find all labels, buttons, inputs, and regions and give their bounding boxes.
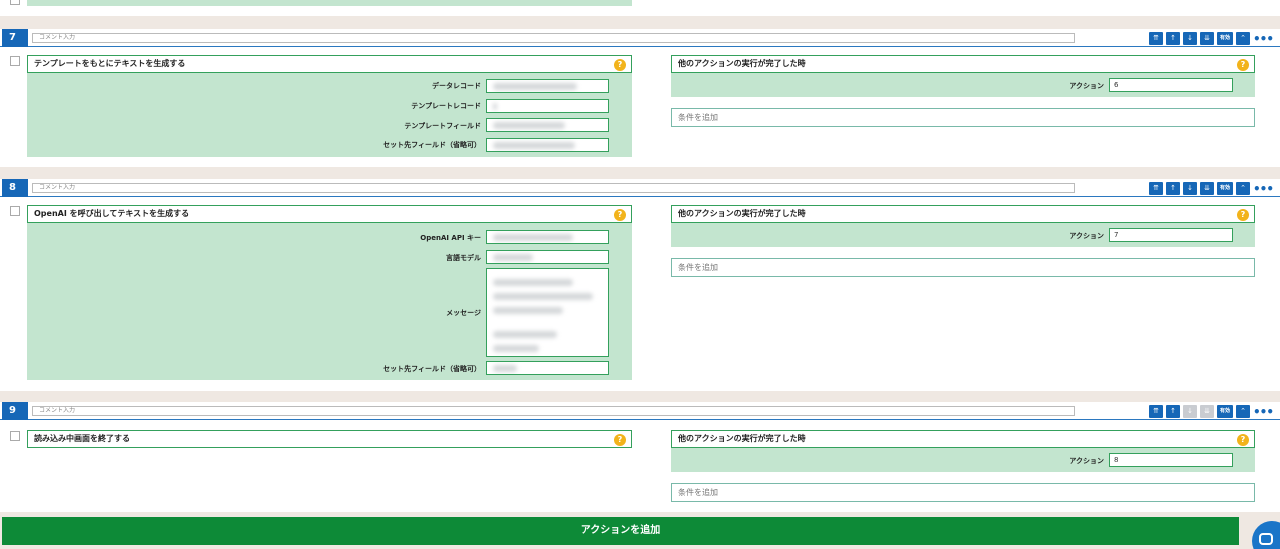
condition-title: 他のアクションの実行が完了した時 ? (671, 205, 1255, 223)
action-title: OpenAI を呼び出してテキストを生成する ? (27, 205, 632, 223)
action-block-7: 7 コメント入力 ⇈ ↑ ↓ ⇊ 有効 ⌃ ••• テンプレートをもとにテキスト… (0, 29, 1280, 167)
condition-title-text: 他のアクションの実行が完了した時 (678, 434, 806, 443)
action-title-text: OpenAI を呼び出してテキストを生成する (34, 209, 190, 218)
add-condition-input[interactable]: 条件を追加 (671, 483, 1255, 502)
action-number: 7 (2, 29, 28, 47)
action-settings-panel: 読み込み中画面を終了する ? (27, 430, 632, 448)
action-select-checkbox[interactable] (10, 206, 20, 216)
condition-title: 他のアクションの実行が完了した時 ? (671, 430, 1255, 448)
action-toolbar: ⇈ ↑ ↓ ⇊ 有効 ⌃ ••• (1149, 405, 1274, 418)
field-label: メッセージ (446, 309, 481, 317)
field-label: テンプレートレコード (411, 102, 481, 110)
move-top-button[interactable]: ⇈ (1149, 405, 1163, 418)
field-label: セット先フィールド（省略可） (383, 365, 481, 373)
enable-toggle[interactable]: 有効 (1217, 32, 1233, 45)
help-icon[interactable]: ? (1237, 59, 1249, 71)
data-record-field[interactable] (486, 79, 609, 93)
previous-action-tail (0, 0, 1280, 16)
previous-action-checkbox[interactable] (10, 0, 20, 5)
move-down-button[interactable]: ↓ (1183, 32, 1197, 45)
enable-toggle[interactable]: 有効 (1217, 182, 1233, 195)
move-bottom-button[interactable]: ⇊ (1200, 32, 1214, 45)
field-label: データレコード (432, 82, 481, 90)
more-menu-icon[interactable]: ••• (1253, 33, 1274, 45)
language-model-field[interactable] (486, 250, 609, 264)
chat-widget-button[interactable] (1252, 521, 1280, 549)
field-label: 言語モデル (446, 254, 481, 262)
help-icon[interactable]: ? (1237, 209, 1249, 221)
move-top-button[interactable]: ⇈ (1149, 32, 1163, 45)
help-icon[interactable]: ? (614, 434, 626, 446)
chat-bubble-icon (1259, 533, 1273, 545)
move-up-button[interactable]: ↑ (1166, 182, 1180, 195)
collapse-button[interactable]: ⌃ (1236, 182, 1250, 195)
condition-action-label: アクション (1069, 457, 1104, 465)
move-bottom-button: ⇊ (1200, 405, 1214, 418)
condition-panel: 他のアクションの実行が完了した時 ? アクション 8 条件を追加 (671, 430, 1255, 505)
condition-action-label: アクション (1069, 232, 1104, 240)
condition-action-row: アクション 8 (671, 448, 1255, 472)
more-menu-icon[interactable]: ••• (1253, 406, 1274, 418)
move-down-button[interactable]: ↓ (1183, 182, 1197, 195)
action-settings-panel: OpenAI を呼び出してテキストを生成する ? OpenAI API キー 言… (27, 205, 632, 380)
condition-action-row: アクション 6 (671, 73, 1255, 97)
condition-action-input[interactable]: 7 (1109, 228, 1233, 242)
target-field-field[interactable] (486, 138, 609, 152)
action-block-9: 9 コメント入力 ⇈ ↑ ↓ ⇊ 有効 ⌃ ••• 読み込み中画面を終了する ?… (0, 402, 1280, 512)
condition-action-input[interactable]: 6 (1109, 78, 1233, 92)
action-select-checkbox[interactable] (10, 56, 20, 66)
condition-title-text: 他のアクションの実行が完了した時 (678, 59, 806, 68)
condition-action-input[interactable]: 8 (1109, 453, 1233, 467)
api-key-field[interactable] (486, 230, 609, 244)
condition-title: 他のアクションの実行が完了した時 ? (671, 55, 1255, 73)
action-toolbar: ⇈ ↑ ↓ ⇊ 有効 ⌃ ••• (1149, 32, 1274, 45)
template-record-field[interactable] (486, 99, 609, 113)
action-title-text: テンプレートをもとにテキストを生成する (34, 59, 186, 68)
add-action-button[interactable]: アクションを追加 (2, 517, 1239, 545)
action-select-checkbox[interactable] (10, 431, 20, 441)
collapse-button[interactable]: ⌃ (1236, 405, 1250, 418)
field-label: セット先フィールド（省略可） (383, 141, 481, 149)
add-condition-input[interactable]: 条件を追加 (671, 108, 1255, 127)
more-menu-icon[interactable]: ••• (1253, 183, 1274, 195)
move-up-button[interactable]: ↑ (1166, 405, 1180, 418)
help-icon[interactable]: ? (614, 59, 626, 71)
action-toolbar: ⇈ ↑ ↓ ⇊ 有効 ⌃ ••• (1149, 182, 1274, 195)
collapse-button[interactable]: ⌃ (1236, 32, 1250, 45)
field-label: テンプレートフィールド (404, 122, 481, 130)
target-field-field[interactable] (486, 361, 609, 375)
condition-panel: 他のアクションの実行が完了した時 ? アクション 7 条件を追加 (671, 205, 1255, 280)
action-title: 読み込み中画面を終了する ? (27, 430, 632, 448)
action-header: 9 コメント入力 ⇈ ↑ ↓ ⇊ 有効 ⌃ ••• (0, 402, 1280, 420)
comment-input[interactable]: コメント入力 (32, 406, 1075, 416)
move-bottom-button[interactable]: ⇊ (1200, 182, 1214, 195)
move-top-button[interactable]: ⇈ (1149, 182, 1163, 195)
move-down-button: ↓ (1183, 405, 1197, 418)
enable-toggle[interactable]: 有効 (1217, 405, 1233, 418)
comment-input[interactable]: コメント入力 (32, 183, 1075, 193)
action-header: 7 コメント入力 ⇈ ↑ ↓ ⇊ 有効 ⌃ ••• (0, 29, 1280, 47)
action-title: テンプレートをもとにテキストを生成する ? (27, 55, 632, 73)
condition-action-label: アクション (1069, 82, 1104, 90)
help-icon[interactable]: ? (1237, 434, 1249, 446)
comment-input[interactable]: コメント入力 (32, 33, 1075, 43)
help-icon[interactable]: ? (614, 209, 626, 221)
previous-action-panel-tail (27, 0, 632, 6)
add-condition-input[interactable]: 条件を追加 (671, 258, 1255, 277)
message-textarea[interactable] (486, 268, 609, 357)
field-label: OpenAI API キー (420, 234, 481, 242)
action-number: 9 (2, 402, 28, 420)
action-settings-panel: テンプレートをもとにテキストを生成する ? データレコード テンプレートレコード… (27, 55, 632, 157)
action-block-8: 8 コメント入力 ⇈ ↑ ↓ ⇊ 有効 ⌃ ••• OpenAI を呼び出してテ… (0, 179, 1280, 391)
move-up-button[interactable]: ↑ (1166, 32, 1180, 45)
condition-action-row: アクション 7 (671, 223, 1255, 247)
action-title-text: 読み込み中画面を終了する (34, 434, 130, 443)
template-field-field[interactable] (486, 118, 609, 132)
action-header: 8 コメント入力 ⇈ ↑ ↓ ⇊ 有効 ⌃ ••• (0, 179, 1280, 197)
condition-title-text: 他のアクションの実行が完了した時 (678, 209, 806, 218)
condition-panel: 他のアクションの実行が完了した時 ? アクション 6 条件を追加 (671, 55, 1255, 130)
action-number: 8 (2, 179, 28, 197)
